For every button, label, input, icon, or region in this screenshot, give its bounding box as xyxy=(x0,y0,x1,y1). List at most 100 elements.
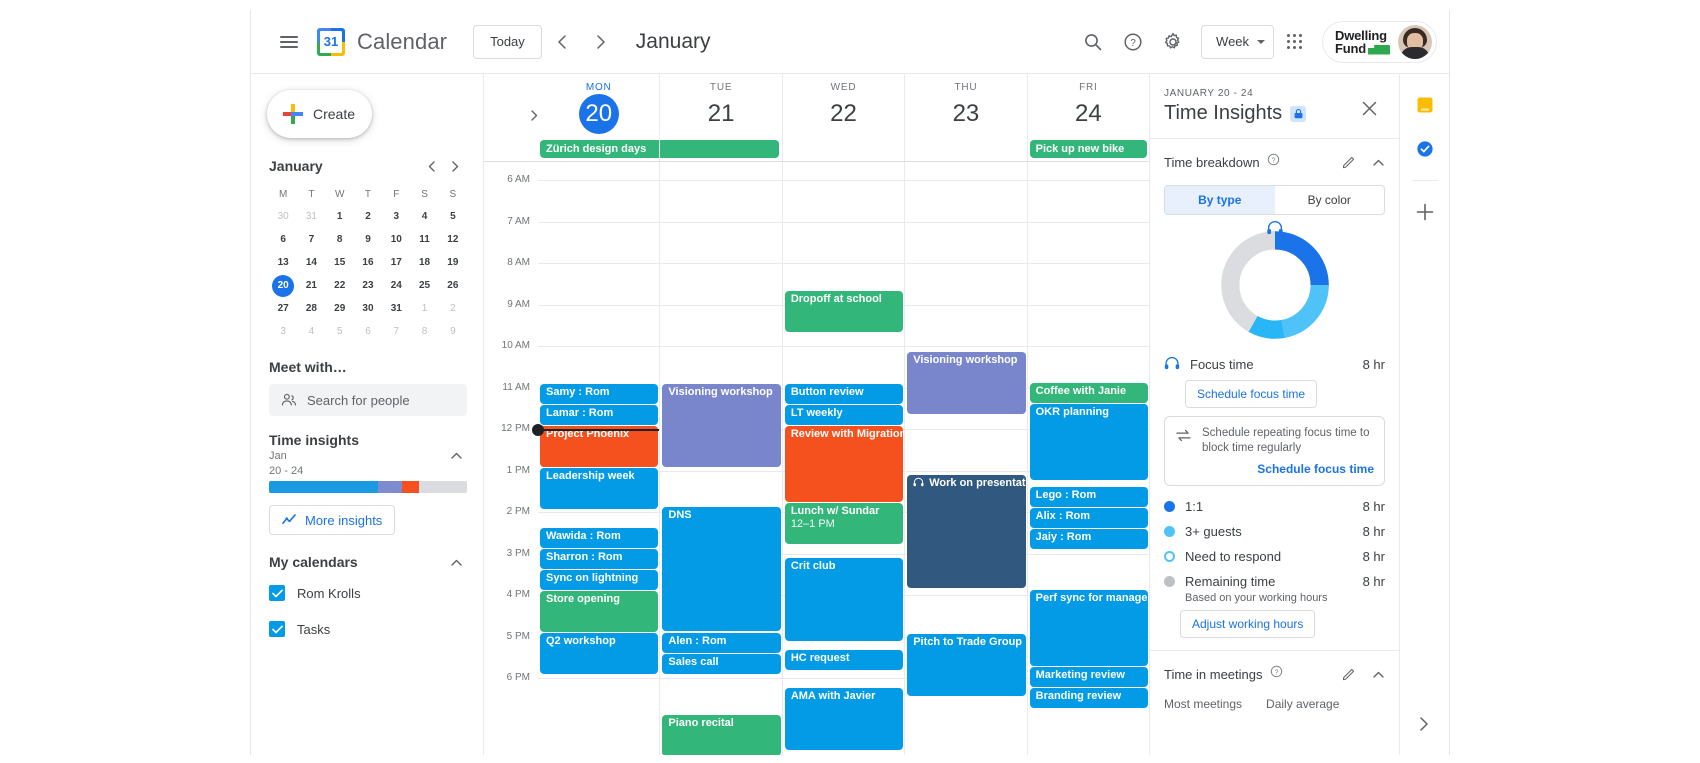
calendar-event[interactable]: Lego : Rom xyxy=(1029,487,1149,507)
tab-by-type[interactable]: By type xyxy=(1165,186,1275,214)
chevron-up-icon[interactable] xyxy=(445,444,467,466)
calendar-event[interactable]: Leadership week xyxy=(540,468,659,509)
calendar-event[interactable]: LT weekly xyxy=(784,405,904,425)
mini-calendar-day[interactable]: 25 xyxy=(410,274,438,297)
all-day-cell[interactable]: Zürich design days xyxy=(538,138,779,161)
calendar-event[interactable]: Project Phoenix xyxy=(540,426,659,467)
mini-calendar-day[interactable]: 3 xyxy=(269,320,297,343)
mini-calendar-day[interactable]: 20 xyxy=(269,274,297,297)
mini-calendar-day[interactable]: 13 xyxy=(269,251,297,274)
mini-calendar-day[interactable]: 27 xyxy=(269,297,297,320)
expand-allday-button[interactable] xyxy=(484,74,538,138)
calendar-event[interactable]: Visioning workshop xyxy=(907,352,1026,414)
tasks-icon[interactable] xyxy=(1408,132,1442,166)
calendar-checkbox[interactable] xyxy=(269,585,285,601)
mini-calendar-day[interactable]: 23 xyxy=(354,274,382,297)
account-chip[interactable]: Dwelling Fund xyxy=(1322,20,1437,63)
calendar-event[interactable]: Crit club xyxy=(784,558,904,641)
mini-calendar-day[interactable]: 14 xyxy=(297,251,325,274)
apps-grid-icon[interactable] xyxy=(1274,22,1314,62)
day-column[interactable]: Visioning workshop Work on presentation Pi… xyxy=(904,162,1026,755)
mini-calendar-day[interactable]: 11 xyxy=(410,228,438,251)
calendar-event[interactable]: Lamar : Rom xyxy=(540,405,659,425)
all-day-cell[interactable] xyxy=(781,138,904,161)
mini-calendar-prev-button[interactable] xyxy=(419,154,443,178)
day-column-header[interactable]: TUE 21 xyxy=(659,74,781,138)
calendar-event[interactable]: AMA with Javier xyxy=(784,688,904,750)
next-period-button[interactable] xyxy=(582,22,622,62)
mini-calendar-day[interactable]: 2 xyxy=(354,205,382,228)
calendar-event[interactable]: Store opening xyxy=(540,591,659,632)
day-number[interactable]: 24 xyxy=(1028,94,1149,134)
all-day-event[interactable]: Pick up new bike xyxy=(1029,140,1148,158)
calendar-event[interactable]: Jaiy : Rom xyxy=(1029,529,1149,549)
mini-calendar-next-button[interactable] xyxy=(443,154,467,178)
search-people-input[interactable]: Search for people xyxy=(269,384,467,416)
calendar-event[interactable]: Sharron : Rom xyxy=(540,549,659,569)
pencil-icon[interactable] xyxy=(1338,151,1360,173)
calendar-event[interactable]: Review with Migration xyxy=(784,426,904,502)
calendar-event[interactable]: HC request xyxy=(784,650,904,670)
day-column-header[interactable]: FRI 24 xyxy=(1026,74,1149,138)
tab-by-color[interactable]: By color xyxy=(1275,186,1385,214)
day-column-header[interactable]: WED 22 xyxy=(781,74,904,138)
mini-calendar-day[interactable]: 4 xyxy=(410,205,438,228)
calendar-event[interactable]: Pitch to Trade Group xyxy=(907,634,1026,696)
calendar-event[interactable]: DNS xyxy=(662,507,781,631)
mini-calendar-day[interactable]: 30 xyxy=(269,205,297,228)
gear-icon[interactable] xyxy=(1153,22,1193,62)
mini-calendar-day[interactable]: 1 xyxy=(326,205,354,228)
calendar-event[interactable]: Sync on lightning xyxy=(540,570,659,590)
all-day-cell[interactable] xyxy=(659,138,781,161)
calendar-event[interactable]: Alen : Rom xyxy=(662,633,781,653)
mini-calendar-day[interactable]: 4 xyxy=(297,320,325,343)
calendar-event[interactable]: Dropoff at school xyxy=(784,291,904,332)
mini-calendar-day[interactable]: 7 xyxy=(382,320,410,343)
mini-calendar-day[interactable]: 30 xyxy=(354,297,382,320)
calendar-event[interactable]: Work on presentation xyxy=(907,475,1026,588)
day-column[interactable]: Coffee with Janie OKR planning Lego : Rom A… xyxy=(1026,162,1149,755)
expand-rail-button[interactable] xyxy=(1408,707,1442,741)
help-icon[interactable]: ? xyxy=(1113,22,1153,62)
mini-calendar-day[interactable]: 29 xyxy=(326,297,354,320)
calendar-event[interactable]: Branding review xyxy=(1029,688,1149,708)
mini-calendar-day[interactable]: 6 xyxy=(269,228,297,251)
day-column[interactable]: Dropoff at school Button review LT weekly R… xyxy=(781,162,904,755)
avatar[interactable] xyxy=(1398,24,1432,59)
focus-time-promo-cta[interactable]: Schedule focus time xyxy=(1202,462,1374,476)
all-day-cell[interactable]: Pick up new bike xyxy=(1026,138,1149,161)
all-day-cell[interactable] xyxy=(904,138,1026,161)
chevron-up-icon[interactable] xyxy=(445,551,467,573)
mini-calendar-day[interactable]: 8 xyxy=(326,228,354,251)
create-button[interactable]: Create xyxy=(267,90,372,138)
calendar-event[interactable]: Perf sync for managers xyxy=(1029,590,1149,666)
mini-calendar-day[interactable]: 10 xyxy=(382,228,410,251)
search-icon[interactable] xyxy=(1073,22,1113,62)
calendar-event[interactable]: Piano recital xyxy=(662,715,781,755)
main-menu-icon[interactable] xyxy=(269,22,309,62)
close-icon[interactable] xyxy=(1349,88,1389,128)
keep-icon[interactable] xyxy=(1408,88,1442,122)
mini-calendar-day[interactable]: 3 xyxy=(382,205,410,228)
previous-period-button[interactable] xyxy=(542,22,582,62)
chevron-up-icon[interactable] xyxy=(1367,151,1389,173)
day-column[interactable]: Samy : Rom Lamar : Rom Project Phoenix Lead… xyxy=(532,162,660,755)
mini-calendar-day[interactable]: 31 xyxy=(297,205,325,228)
calendar-event[interactable]: OKR planning xyxy=(1029,404,1149,480)
view-mode-select[interactable]: Week xyxy=(1201,24,1275,59)
pencil-icon[interactable] xyxy=(1338,663,1360,685)
mini-calendar-day[interactable]: 8 xyxy=(410,320,438,343)
calendar-event[interactable]: Samy : Rom xyxy=(540,384,659,404)
mini-calendar-day[interactable]: 9 xyxy=(439,320,467,343)
calendar-event[interactable]: Sales call xyxy=(662,654,781,674)
mini-calendar-day[interactable]: 5 xyxy=(439,205,467,228)
schedule-focus-time-button[interactable]: Schedule focus time xyxy=(1185,380,1318,408)
chevron-up-icon[interactable] xyxy=(1367,663,1389,685)
mini-calendar-day[interactable]: 22 xyxy=(326,274,354,297)
help-icon[interactable]: ? xyxy=(1270,665,1283,683)
calendar-list-item[interactable]: Tasks xyxy=(269,613,467,645)
day-number[interactable]: 23 xyxy=(905,94,1026,134)
mini-calendar-day[interactable]: 15 xyxy=(326,251,354,274)
mini-calendar-day[interactable]: 12 xyxy=(439,228,467,251)
mini-calendar-day[interactable]: 7 xyxy=(297,228,325,251)
